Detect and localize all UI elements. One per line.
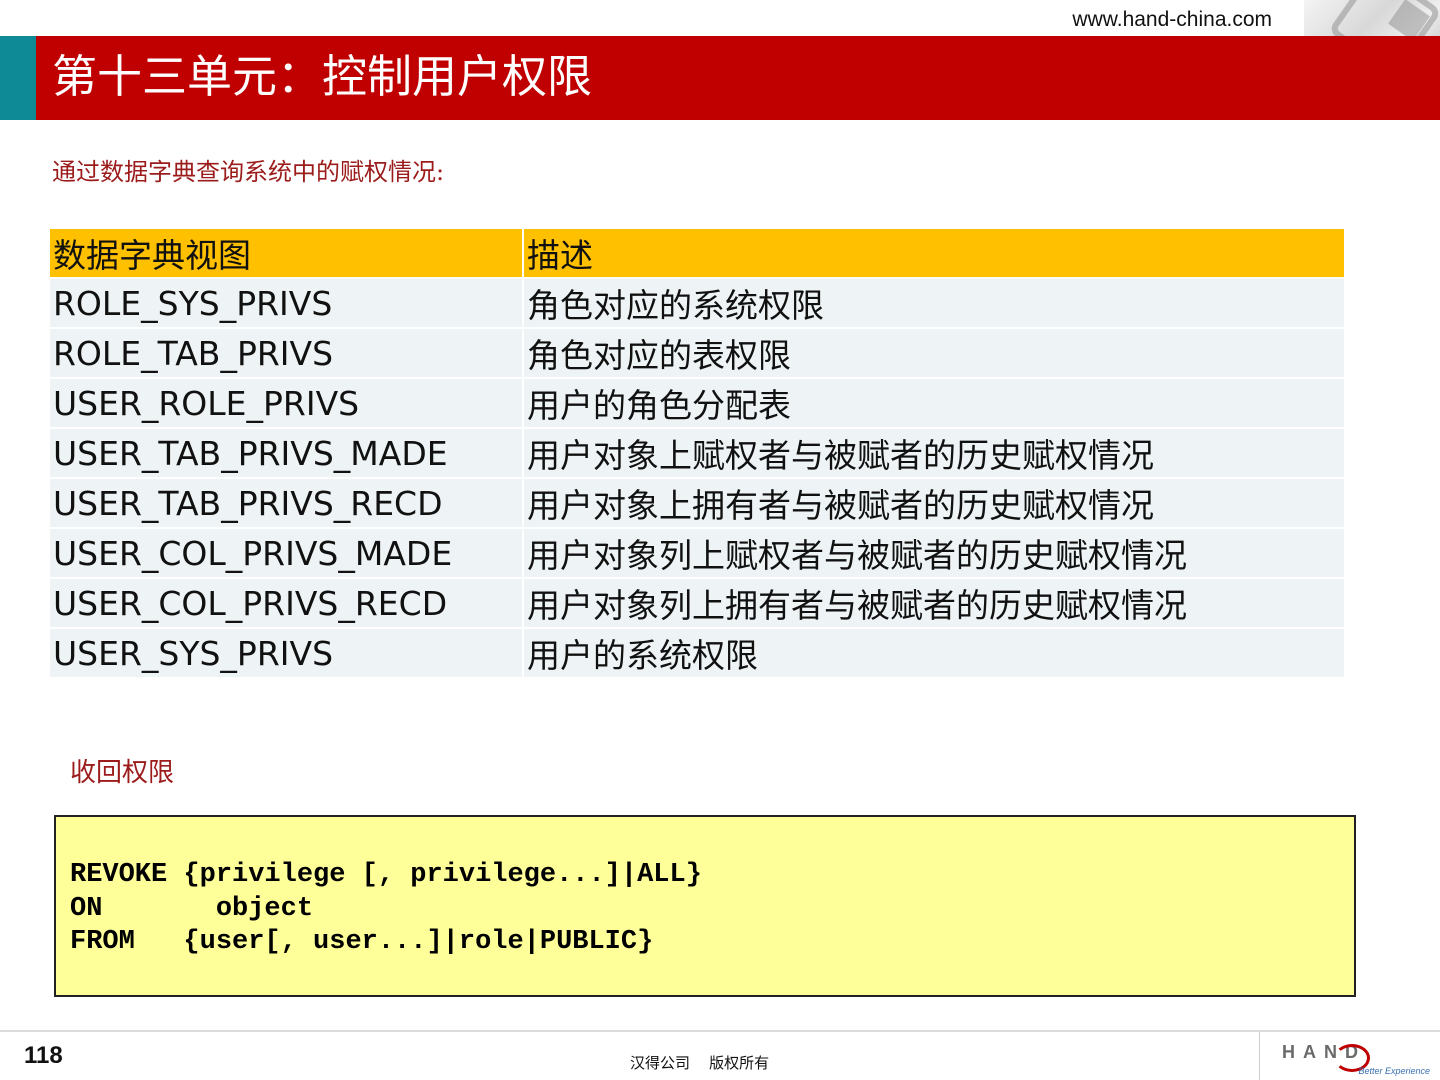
copyright-text: 汉得公司 版权所有 — [630, 1054, 770, 1072]
description-cell: 用户对象列上拥有者与被赋者的历史赋权情况 — [522, 577, 1346, 629]
footer-divider-line — [0, 1030, 1440, 1032]
table-header-row: 数据字典视图 描述 — [48, 227, 1346, 279]
description-cell: 用户的角色分配表 — [522, 377, 1346, 429]
logo-tagline: Better Experience — [1358, 1066, 1430, 1076]
view-name-cell: USER_COL_PRIVS_MADE — [48, 527, 524, 579]
page-number: 118 — [24, 1042, 63, 1069]
view-name-cell: USER_TAB_PRIVS_RECD — [48, 477, 524, 529]
revoke-syntax-code: REVOKE {privilege [, privilege...]|ALL} … — [70, 860, 702, 957]
table-row: ROLE_SYS_PRIVS 角色对应的系统权限 — [48, 277, 1346, 329]
description-cell: 角色对应的表权限 — [522, 327, 1346, 379]
hand-logo: HAND Better Experience — [1280, 1040, 1430, 1076]
description-cell: 用户的系统权限 — [522, 627, 1346, 679]
view-name-cell: USER_TAB_PRIVS_MADE — [48, 427, 524, 479]
description-cell: 角色对应的系统权限 — [522, 277, 1346, 329]
revoke-syntax-box: REVOKE {privilege [, privilege...]|ALL} … — [54, 815, 1356, 997]
description-cell: 用户对象上拥有者与被赋者的历史赋权情况 — [522, 477, 1346, 529]
view-name-cell: USER_COL_PRIVS_RECD — [48, 577, 524, 629]
table-row: USER_COL_PRIVS_RECD 用户对象列上拥有者与被赋者的历史赋权情况 — [48, 577, 1346, 629]
description-cell: 用户对象上赋权者与被赋者的历史赋权情况 — [522, 427, 1346, 479]
privilege-views-table: 数据字典视图 描述 ROLE_SYS_PRIVS 角色对应的系统权限 ROLE_… — [48, 227, 1346, 679]
view-name-cell: USER_SYS_PRIVS — [48, 627, 524, 679]
footer-vertical-divider — [1259, 1032, 1260, 1080]
table-row: USER_TAB_PRIVS_MADE 用户对象上赋权者与被赋者的历史赋权情况 — [48, 427, 1346, 479]
intro-text: 通过数据字典查询系统中的赋权情况: — [52, 158, 445, 186]
table-row: USER_SYS_PRIVS 用户的系统权限 — [48, 627, 1346, 679]
column-header-view: 数据字典视图 — [48, 227, 524, 279]
revoke-section-label: 收回权限 — [70, 758, 175, 788]
site-url: www.hand-china.com — [1072, 8, 1272, 31]
slide-title: 第十三单元：控制用户权限 — [52, 50, 593, 103]
description-cell: 用户对象列上赋权者与被赋者的历史赋权情况 — [522, 527, 1346, 579]
view-name-cell: USER_ROLE_PRIVS — [48, 377, 524, 429]
title-band: 第十三单元：控制用户权限 — [0, 36, 1440, 120]
accent-bar — [0, 36, 36, 120]
table-row: USER_COL_PRIVS_MADE 用户对象列上赋权者与被赋者的历史赋权情况 — [48, 527, 1346, 579]
table-row: ROLE_TAB_PRIVS 角色对应的表权限 — [48, 327, 1346, 379]
view-name-cell: ROLE_SYS_PRIVS — [48, 277, 524, 329]
column-header-description: 描述 — [522, 227, 1346, 279]
table-row: USER_ROLE_PRIVS 用户的角色分配表 — [48, 377, 1346, 429]
view-name-cell: ROLE_TAB_PRIVS — [48, 327, 524, 379]
table-row: USER_TAB_PRIVS_RECD 用户对象上拥有者与被赋者的历史赋权情况 — [48, 477, 1346, 529]
